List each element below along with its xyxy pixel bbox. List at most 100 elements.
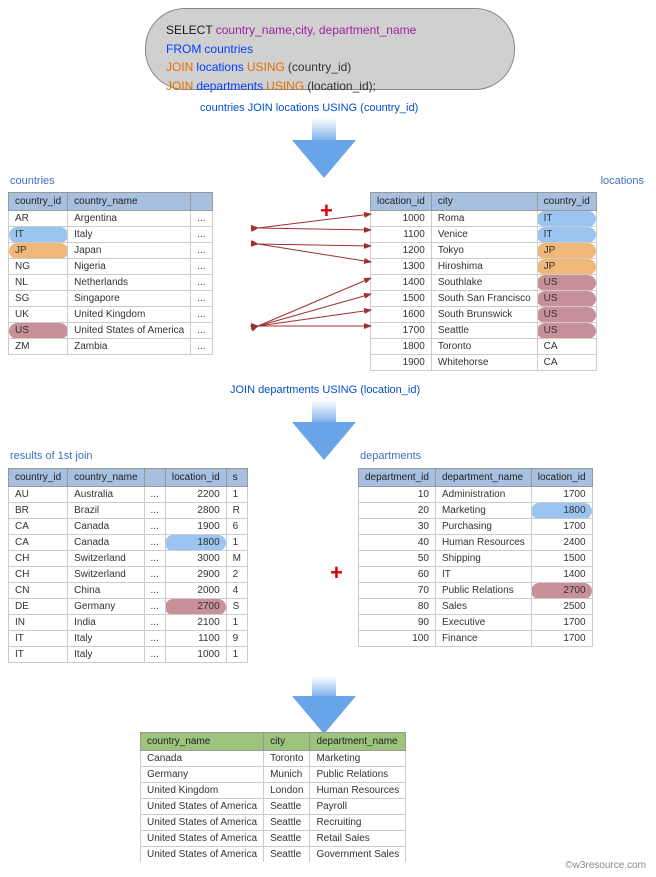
cell: US xyxy=(537,307,596,323)
cell: BR xyxy=(9,503,68,519)
table-row: CHSwitzerland...3000M xyxy=(9,551,248,567)
cell: South San Francisco xyxy=(431,291,537,307)
sql-table-departments: departments xyxy=(196,79,263,93)
cell: Sales xyxy=(435,599,531,615)
cell: United States of America xyxy=(68,323,191,339)
cell: 2700 xyxy=(531,583,592,599)
cell: Finance xyxy=(435,631,531,647)
table-row: 1300HiroshimaJP xyxy=(371,259,597,275)
table-row: 1800TorontoCA xyxy=(371,339,597,355)
cell: 1700 xyxy=(531,487,592,503)
cell: 1700 xyxy=(531,519,592,535)
cell: 3000 xyxy=(165,551,226,567)
cell: Nigeria xyxy=(68,259,191,275)
cell: 10 xyxy=(359,487,436,503)
cell: 1700 xyxy=(531,615,592,631)
table-row: 1200TokyoJP xyxy=(371,243,597,259)
cell: R xyxy=(226,503,247,519)
locations-table: location_idcitycountry_id1000RomaIT1100V… xyxy=(370,192,597,371)
cell: Singapore xyxy=(68,291,191,307)
cell: ZM xyxy=(9,339,68,355)
cell: 1400 xyxy=(531,567,592,583)
sql-arg1: (country_id) xyxy=(288,60,351,74)
cell: CA xyxy=(537,355,596,371)
cell: JP xyxy=(9,243,68,259)
sql-join2: JOIN xyxy=(166,79,193,93)
cell: ... xyxy=(144,503,165,519)
cell: South Brunswick xyxy=(431,307,537,323)
cell: AU xyxy=(9,487,68,503)
countries-table: country_idcountry_nameARArgentina...ITIt… xyxy=(8,192,213,355)
cell: IT xyxy=(9,227,68,243)
cell: IT xyxy=(9,647,68,663)
cell: M xyxy=(226,551,247,567)
cell: 70 xyxy=(359,583,436,599)
cell: 30 xyxy=(359,519,436,535)
cell: Human Resources xyxy=(310,783,406,799)
column-header: department_name xyxy=(435,469,531,487)
cell: Human Resources xyxy=(435,535,531,551)
cell: 1100 xyxy=(165,631,226,647)
cell: Seattle xyxy=(264,815,310,831)
cell: ... xyxy=(191,291,212,307)
table-row: 1700SeattleUS xyxy=(371,323,597,339)
cell: IT xyxy=(537,211,596,227)
cell: ... xyxy=(191,211,212,227)
cell: 1 xyxy=(226,535,247,551)
cell: 1 xyxy=(226,487,247,503)
cell: ... xyxy=(144,599,165,615)
cell: CH xyxy=(9,551,68,567)
table-row: SGSingapore... xyxy=(9,291,213,307)
cell: Switzerland xyxy=(68,567,144,583)
table-row: CanadaTorontoMarketing xyxy=(141,751,406,767)
table-row: 1500South San FranciscoUS xyxy=(371,291,597,307)
cell: Canada xyxy=(141,751,264,767)
table-row: 70Public Relations2700 xyxy=(359,583,593,599)
cell: Zambia xyxy=(68,339,191,355)
cell: 2700 xyxy=(165,599,226,615)
cell: Seattle xyxy=(264,847,310,863)
cell: 2500 xyxy=(531,599,592,615)
cell: Roma xyxy=(431,211,537,227)
cell: Venice xyxy=(431,227,537,243)
cell: CA xyxy=(537,339,596,355)
cell: Tokyo xyxy=(431,243,537,259)
cell: 1000 xyxy=(165,647,226,663)
sql-using1: USING xyxy=(247,60,285,74)
cell: US xyxy=(537,291,596,307)
cell: United States of America xyxy=(141,799,264,815)
column-header: country_name xyxy=(141,733,264,751)
departments-table: department_iddepartment_namelocation_id1… xyxy=(358,468,593,647)
table-row: 60IT1400 xyxy=(359,567,593,583)
arrow-down-icon xyxy=(292,140,356,178)
cell: United Kingdom xyxy=(68,307,191,323)
cell: 1700 xyxy=(371,323,432,339)
cell: China xyxy=(68,583,144,599)
cell: 1100 xyxy=(371,227,432,243)
plus-icon: + xyxy=(330,560,343,586)
cell: CH xyxy=(9,567,68,583)
cell: 100 xyxy=(359,631,436,647)
cell: 80 xyxy=(359,599,436,615)
cell: 2200 xyxy=(165,487,226,503)
cell: 1 xyxy=(226,615,247,631)
sql-arg2: (location_id); xyxy=(307,79,376,93)
cell: Canada xyxy=(68,519,144,535)
column-header: s xyxy=(226,469,247,487)
cell: AR xyxy=(9,211,68,227)
cell: Italy xyxy=(68,631,144,647)
join-label-2: JOIN departments USING (location_id) xyxy=(230,384,420,396)
cell: ... xyxy=(191,339,212,355)
table-row: 30Purchasing1700 xyxy=(359,519,593,535)
attribution: ©w3resource.com xyxy=(565,860,646,871)
join-label-1: countries JOIN locations USING (country_… xyxy=(200,102,418,114)
column-header: location_id xyxy=(531,469,592,487)
column-header: department_id xyxy=(359,469,436,487)
cell: 1800 xyxy=(165,535,226,551)
table-row: United States of AmericaSeattlePayroll xyxy=(141,799,406,815)
sql-columns: country_name,city, department_name xyxy=(216,23,417,37)
cell: IT xyxy=(435,567,531,583)
final-result-table: country_namecitydepartment_nameCanadaTor… xyxy=(140,732,406,862)
table-row: CACanada...18001 xyxy=(9,535,248,551)
sql-using2: USING xyxy=(266,79,304,93)
